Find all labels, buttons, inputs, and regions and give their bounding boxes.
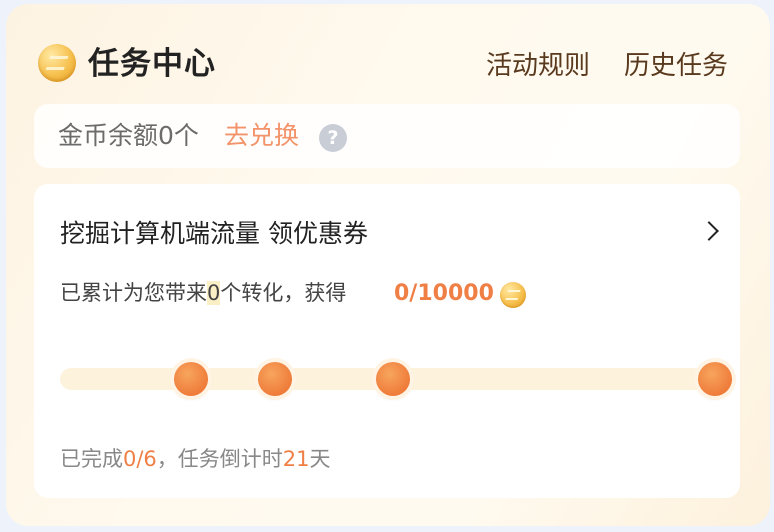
milestone-dot [698,362,732,396]
task-status: 已完成0/6，任务倒计时21天 [60,442,331,476]
task-card: 挖掘计算机端流量 领优惠券 已累计为您带来0个转化，获得 0/10000 已完成… [34,184,740,498]
countdown-prefix: ，任务倒计时 [156,447,283,471]
done-value: 0/6 [123,447,157,471]
task-title[interactable]: 挖掘计算机端流量 领优惠券 [60,216,368,252]
task-center-card: 任务中心 活动规则 历史任务 金币余额0个 去兑换 ? 挖掘计算机端流量 领优惠… [6,4,770,526]
activity-rules-link[interactable]: 活动规则 [486,48,590,84]
page-title: 任务中心 [88,46,216,82]
help-icon[interactable]: ? [319,124,347,152]
done-prefix: 已完成 [60,447,123,471]
coin-balance-bar: 金币余额0个 去兑换 ? [34,104,740,168]
milestone-dot [174,362,208,396]
header: 任务中心 活动规则 历史任务 [34,40,742,88]
milestone-dot [376,362,410,396]
milestone-dot [258,362,292,396]
coin-balance-text: 金币余额0个 [58,121,199,150]
reward-value: 0/10000 [394,281,494,306]
exchange-link[interactable]: 去兑换 [224,118,299,154]
coin-icon [38,44,76,82]
conversion-count: 0 [207,281,221,305]
days-unit: 天 [309,447,331,471]
days-value: 21 [282,447,310,471]
coin-icon [500,282,526,308]
task-summary: 已累计为您带来0个转化，获得 [60,276,346,310]
summary-prefix: 已累计为您带来 [60,281,207,305]
history-tasks-link[interactable]: 历史任务 [624,48,728,84]
summary-suffix: 个转化，获得 [220,281,347,305]
chevron-right-icon[interactable] [699,221,719,241]
